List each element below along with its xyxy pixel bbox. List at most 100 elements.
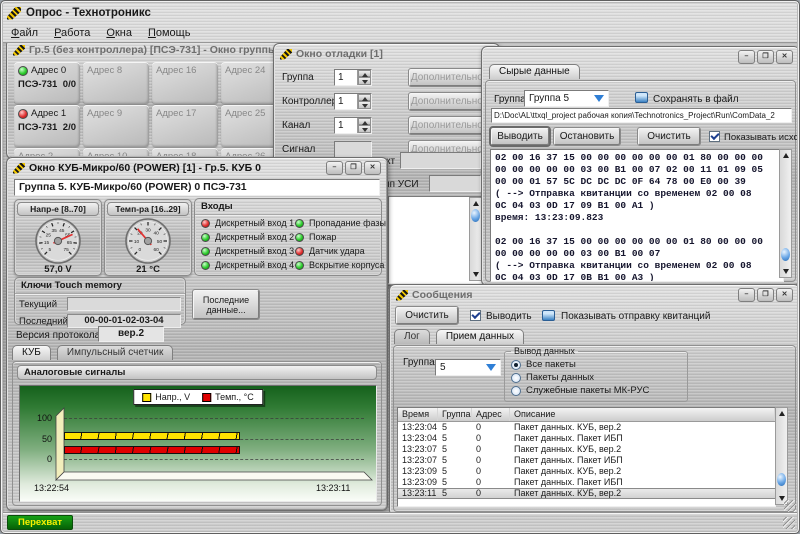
save-to-file-icon[interactable]	[635, 92, 648, 103]
resize-grip[interactable]	[784, 500, 796, 512]
address-tile[interactable]: Адрес 0 ПСЭ-731 0/0	[14, 62, 80, 104]
table-row[interactable]: 13:23:09 5 0 Пакет данных. Пакет ИБП	[398, 477, 775, 488]
debug-window-titlebar[interactable]: Окно отладки [1]	[276, 46, 497, 62]
menu-item-Помощь[interactable]: Помощь	[148, 27, 191, 39]
scroll-down-icon[interactable]	[780, 267, 791, 276]
table-row[interactable]: 13:23:04 5 0 Пакет данных. Пакет ИБП	[398, 433, 775, 444]
scroll-up-icon[interactable]	[780, 151, 791, 160]
log-file-path[interactable]: D:\Doc\AL\ttxql_project рабочая копия\Te…	[491, 108, 792, 123]
menu-item-Работа[interactable]: Работа	[54, 27, 90, 39]
column-header[interactable]: Группа	[438, 408, 472, 421]
table-row[interactable]: 13:23:11 5 0 Пакет данных. КУБ, вер.2	[398, 488, 775, 499]
table-row[interactable]: 13:23:07 5 0 Пакет данных. КУБ, вер.2	[398, 444, 775, 455]
address-tile[interactable]: Адрес 16	[152, 62, 218, 104]
output-checkbox[interactable]	[470, 310, 481, 321]
column-header[interactable]: Адрес	[472, 408, 510, 421]
tab-log[interactable]: Лог	[394, 329, 430, 344]
minimize-button[interactable]	[326, 161, 343, 175]
maximize-button[interactable]	[757, 288, 774, 302]
status-inputs: Пропадание фазы Пожар Датчик удара Вскрытие…	[295, 216, 386, 272]
menu-item-Файл[interactable]: Файл	[11, 27, 38, 39]
spinner-control[interactable]	[357, 93, 371, 109]
start-output-button[interactable]: Выводить	[489, 126, 551, 147]
table-row[interactable]: 13:23:09 5 0 Пакет данных. КУБ, вер.2	[398, 466, 775, 477]
address-tile[interactable]: Адрес 18	[152, 148, 218, 156]
minimize-button[interactable]	[738, 288, 755, 302]
spinner-control[interactable]	[357, 69, 371, 85]
spin-up-icon[interactable]	[358, 117, 371, 125]
scroll-thumb[interactable]	[471, 209, 480, 222]
maximize-button[interactable]	[757, 50, 774, 64]
usi-field[interactable]	[429, 175, 481, 192]
messages-window-titlebar[interactable]: Сообщения	[392, 287, 797, 303]
close-button[interactable]	[776, 288, 793, 302]
clear-raw-button[interactable]: Очистить	[637, 127, 701, 146]
spinner-control[interactable]	[357, 117, 371, 133]
messages-scrollbar[interactable]	[775, 407, 788, 505]
table-row[interactable]: 13:23:04 5 0 Пакет данных. КУБ, вер.2	[398, 422, 775, 433]
scroll-up-icon[interactable]	[776, 409, 787, 418]
hex-line: ( --> Отправка квитанции со временем 02 …	[495, 260, 752, 271]
raw-group-combo[interactable]: Группа 5	[524, 90, 609, 107]
scroll-down-icon[interactable]	[470, 270, 481, 279]
resize-grip[interactable]	[783, 517, 795, 529]
close-button[interactable]	[364, 161, 381, 175]
hex-line: 0C 04 03 0D 17 0B B1 00 A3 )	[495, 272, 655, 282]
field-Группа[interactable]: 1	[334, 68, 372, 86]
output-mode-option[interactable]: Все пакеты	[511, 359, 681, 370]
address-tile[interactable]: Адрес 8	[83, 62, 149, 104]
msg-group-combo[interactable]: 5	[435, 359, 501, 376]
menu-item-Окна[interactable]: Окна	[106, 27, 132, 39]
chart-legend: Напр., V Темп., °C	[133, 389, 263, 405]
radio-button[interactable]	[511, 372, 521, 383]
column-header[interactable]: Описание	[510, 408, 775, 421]
spin-up-icon[interactable]	[358, 93, 371, 101]
field-label: Контроллер	[282, 95, 338, 107]
field-Канал[interactable]: 1	[334, 116, 372, 134]
object-field[interactable]	[400, 152, 481, 169]
show-receipts-icon[interactable]	[542, 310, 555, 321]
address-tile[interactable]: Адрес 1 ПСЭ-731 2/0	[14, 105, 80, 147]
spin-down-icon[interactable]	[358, 77, 371, 85]
tile-label: Адрес 0	[31, 65, 67, 76]
tab-raw-data[interactable]: Сырые данные	[489, 64, 580, 79]
tab-impulse-counter[interactable]: Импульсный счетчик	[56, 345, 174, 360]
kub-window-titlebar[interactable]: Окно КУБ-Микро/60 (POWER) [1] - Гр.5. КУ…	[9, 160, 385, 176]
maximize-button[interactable]	[345, 161, 362, 175]
tab-kub[interactable]: КУБ	[12, 345, 51, 360]
field-Сигнал[interactable]	[334, 140, 372, 158]
close-button[interactable]	[776, 50, 793, 64]
minimize-button[interactable]	[738, 50, 755, 64]
scroll-thumb[interactable]	[777, 473, 786, 486]
column-header[interactable]: Время	[398, 408, 438, 421]
raw-log-scrollbar[interactable]	[779, 149, 792, 278]
address-tile[interactable]: Адрес 2	[14, 148, 80, 156]
spin-down-icon[interactable]	[358, 101, 371, 109]
table-header[interactable]: Время Группа Адрес Описание	[398, 408, 775, 422]
table-row[interactable]: 13:23:07 5 0 Пакет данных. Пакет ИБП	[398, 455, 775, 466]
scroll-thumb[interactable]	[781, 248, 790, 261]
address-tile[interactable]: Адрес 9	[83, 105, 149, 147]
radio-button[interactable]	[511, 385, 521, 396]
raw-hex-log[interactable]: 02 00 16 37 15 00 00 00 00 00 00 01 80 0…	[490, 149, 784, 282]
messages-table[interactable]: Время Группа Адрес Описание 13:23:04 5 0 Пакет…	[397, 407, 776, 507]
svg-text:40: 40	[153, 231, 159, 237]
output-mode-option[interactable]: Служебные пакеты МК-РУС	[511, 385, 681, 396]
series-bar	[64, 431, 240, 440]
raw-window-titlebar[interactable]	[484, 49, 797, 65]
show-outgoing-checkbox[interactable]	[709, 131, 720, 142]
main-titlebar[interactable]: Опрос - Технотроникс	[3, 3, 797, 23]
address-tile[interactable]: Адрес 10	[83, 148, 149, 156]
scroll-up-icon[interactable]	[470, 199, 481, 208]
tab-data-receive[interactable]: Прием данных	[435, 329, 525, 344]
field-Контроллер[interactable]: 1	[334, 92, 372, 110]
last-data-button[interactable]: Последние данные...	[192, 289, 260, 320]
radio-button[interactable]	[511, 359, 521, 370]
spin-up-icon[interactable]	[358, 69, 371, 77]
debug-listbox[interactable]	[388, 196, 483, 284]
output-mode-option[interactable]: Пакеты данных	[511, 372, 681, 383]
spin-down-icon[interactable]	[358, 125, 371, 133]
clear-messages-button[interactable]: Очистить	[395, 306, 459, 325]
address-tile[interactable]: Адрес 17	[152, 105, 218, 147]
stop-output-button[interactable]: Остановить	[553, 127, 621, 146]
